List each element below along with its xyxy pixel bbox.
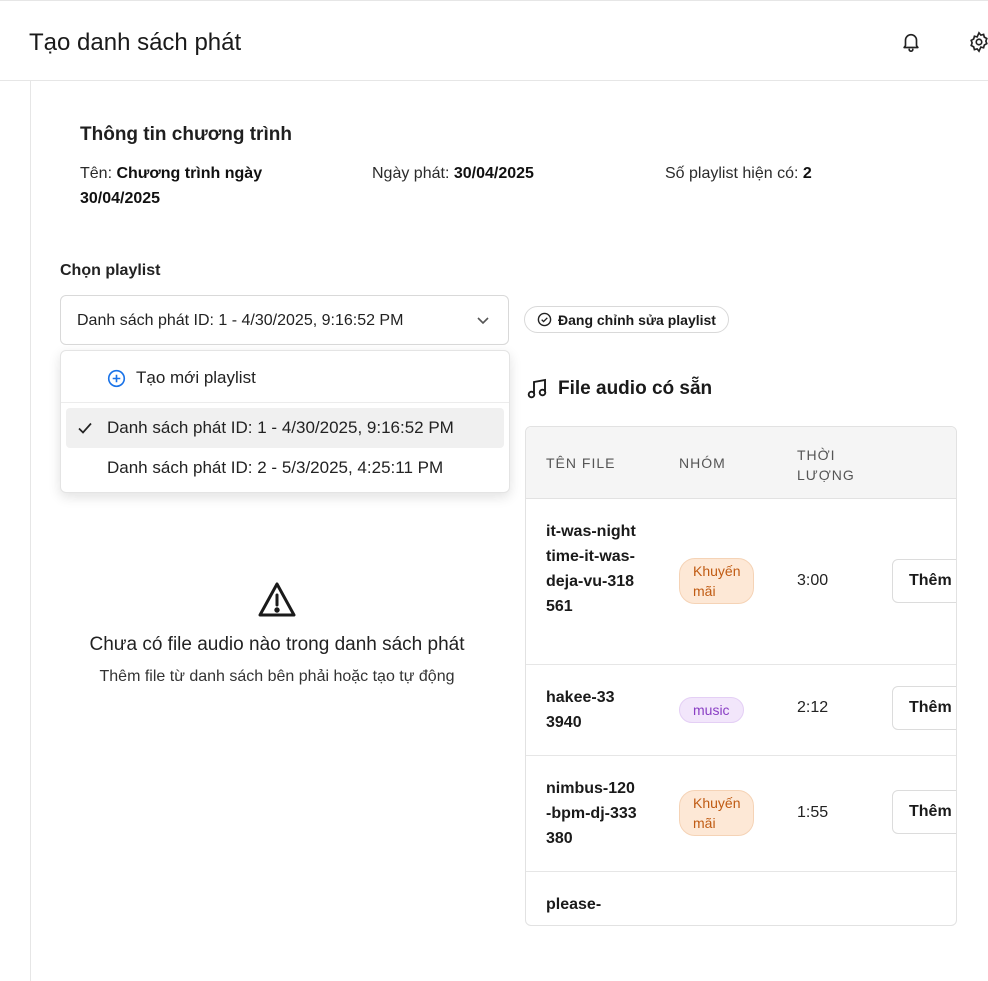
bell-icon[interactable] xyxy=(900,31,922,53)
table-row: it-was-nighttime-it-was-deja-vu-318561 K… xyxy=(526,498,956,665)
playlist-option-2[interactable]: Danh sách phát ID: 2 - 5/3/2025, 4:25:11… xyxy=(66,448,504,488)
table-row: nimbus-120-bpm-dj-333380 Khuyến mãi 1:55… xyxy=(526,755,956,872)
column-header-group: NHÓM xyxy=(679,455,726,471)
create-playlist-option[interactable]: Tạo mới playlist xyxy=(107,368,256,388)
program-name-label: Tên: xyxy=(80,165,113,182)
playlist-count-value: 2 xyxy=(802,165,812,182)
column-header-duration-line2: LƯỢNG xyxy=(797,467,855,483)
empty-state-title: Chưa có file audio nào trong danh sách p… xyxy=(89,634,465,655)
add-file-button[interactable]: Thêm xyxy=(892,686,956,730)
add-file-button[interactable]: Thêm xyxy=(892,790,956,834)
file-duration: 1:55 xyxy=(797,804,829,821)
playlist-select-label: Chọn playlist xyxy=(60,262,161,279)
group-tag: Khuyến mãi xyxy=(679,790,755,836)
page-title: Tạo danh sách phát xyxy=(29,29,242,56)
check-circle-icon xyxy=(537,312,552,327)
playlist-count-label: Số playlist hiện có: xyxy=(665,165,799,182)
group-tag-line1: Khuyến xyxy=(693,795,741,811)
warning-icon xyxy=(258,582,296,617)
editing-status-text: Đang chỉnh sửa playlist xyxy=(558,311,716,328)
app-header: Tạo danh sách phát xyxy=(0,0,988,81)
file-name: please- xyxy=(546,896,602,913)
playlist-dropdown-menu: Tạo mới playlist Danh sách phát ID: 1 - … xyxy=(60,350,510,493)
file-name: it-was-nighttime-it-was-deja-vu-318561 xyxy=(546,523,636,615)
playlist-option-1[interactable]: Danh sách phát ID: 1 - 4/30/2025, 9:16:5… xyxy=(66,408,504,448)
playlist-select[interactable]: Danh sách phát ID: 1 - 4/30/2025, 9:16:5… xyxy=(60,295,509,345)
table-header: TÊN FILE NHÓM THỜI LƯỢNG xyxy=(526,427,956,499)
group-tag-line1: Khuyến xyxy=(693,563,741,579)
playlist-select-value: Danh sách phát ID: 1 - 4/30/2025, 9:16:5… xyxy=(77,312,404,329)
music-note-icon xyxy=(527,378,547,399)
column-header-duration-line1: THỜI xyxy=(797,447,836,463)
broadcast-date-value: 30/04/2025 xyxy=(453,165,534,182)
add-file-button[interactable]: Thêm xyxy=(892,559,956,603)
table-row: hakee-333940 music 2:12 Thêm xyxy=(526,664,956,756)
broadcast-date-label: Ngày phát: xyxy=(372,165,450,182)
column-header-name: TÊN FILE xyxy=(546,455,616,471)
file-duration: 3:00 xyxy=(797,572,829,589)
file-duration: 2:12 xyxy=(797,699,829,716)
column-header-duration: THỜI LƯỢNG xyxy=(797,445,855,485)
editing-status-badge: Đang chỉnh sửa playlist xyxy=(524,306,729,333)
available-files-title-text: File audio có sẵn xyxy=(558,378,713,399)
program-name: Tên: Chương trình ngày 30/04/2025 xyxy=(80,161,320,211)
plus-circle-icon xyxy=(107,369,126,387)
group-tag: Khuyến mãi xyxy=(679,558,755,604)
group-tag-line2: mãi xyxy=(693,815,716,831)
available-files-title: File audio có sẵn xyxy=(526,378,712,400)
available-files-table: TÊN FILE NHÓM THỜI LƯỢNG it-was-nighttim… xyxy=(525,426,957,926)
chevron-down-icon xyxy=(477,317,489,325)
table-row: please- xyxy=(526,871,956,925)
empty-state-subtitle: Thêm file từ danh sách bên phải hoặc tạo… xyxy=(99,668,455,685)
program-name-value-line2: 30/04/2025 xyxy=(80,190,161,207)
file-name: hakee-333940 xyxy=(546,689,615,731)
playlist-option-label: Danh sách phát ID: 1 - 4/30/2025, 9:16:5… xyxy=(107,418,454,437)
group-tag: music xyxy=(679,697,744,723)
checkmark-icon xyxy=(78,422,92,434)
gear-icon[interactable] xyxy=(968,31,988,53)
playlist-option-label: Danh sách phát ID: 2 - 5/3/2025, 4:25:11… xyxy=(107,458,444,477)
dropdown-divider xyxy=(61,402,509,403)
create-playlist-label: Tạo mới playlist xyxy=(136,368,256,387)
group-tag-line2: mãi xyxy=(693,583,716,599)
broadcast-date: Ngày phát: 30/04/2025 xyxy=(372,161,534,186)
file-name: nimbus-120-bpm-dj-333380 xyxy=(546,780,637,847)
program-info-title: Thông tin chương trình xyxy=(80,124,292,145)
playlist-count: Số playlist hiện có: 2 xyxy=(665,161,812,186)
program-name-value-line1: Chương trình ngày xyxy=(116,165,263,182)
